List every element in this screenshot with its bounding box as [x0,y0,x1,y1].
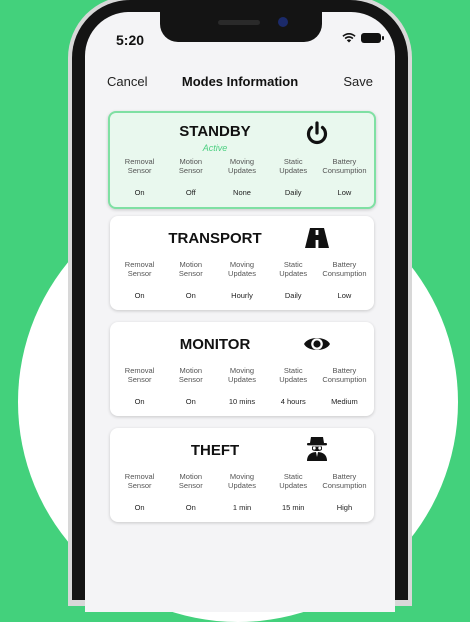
setting-column: Battery Consumption Low [319,157,370,197]
setting-value: On [185,503,196,512]
setting-column: Moving Updates 10 mins [216,366,267,406]
setting-column: Removal Sensor On [114,157,165,197]
setting-label: Sensor [127,374,152,384]
setting-column: Removal Sensor On [114,472,165,512]
mode-card-transport[interactable]: TRANSPORT Removal Sensor On Motion Sensor … [110,216,374,310]
setting-column: Removal Sensor On [114,260,165,300]
setting-value: On [185,291,196,300]
phone-notch [160,12,322,42]
setting-label: Updates [228,480,256,490]
setting-label: Updates [279,480,308,490]
setting-label: Updates [228,268,256,278]
mode-card-monitor[interactable]: MONITOR Removal Sensor On Motion Sensor On… [110,322,374,416]
setting-value: On [134,503,145,512]
setting-label: Sensor [178,268,203,278]
mode-settings: Removal Sensor On Motion Sensor Off Moving… [114,157,370,197]
eye-icon [304,338,330,350]
setting-label: Updates [228,165,256,175]
spy-icon [307,437,327,461]
setting-label: Sensor [178,165,203,175]
speaker-grille [218,20,260,25]
setting-value: Daily [284,291,302,300]
setting-label: Consumption [322,165,367,175]
save-button[interactable]: Save [343,74,373,89]
setting-value: Medium [331,397,358,406]
setting-column: Static Updates 4 hours [268,366,319,406]
status-icons [342,33,384,43]
setting-column: Motion Sensor On [165,472,216,512]
setting-value: 1 min [232,503,252,512]
setting-column: Motion Sensor On [165,260,216,300]
setting-value: On [134,291,145,300]
status-time: 5:20 [116,32,145,48]
setting-value: Hourly [231,291,253,300]
setting-value: Low [337,291,352,300]
setting-value: On [185,397,196,406]
setting-value: 4 hours [280,397,306,406]
setting-label: Consumption [322,268,367,278]
setting-column: Static Updates Daily [268,260,319,300]
setting-label: Updates [279,374,308,384]
setting-value: 15 min [281,503,305,512]
setting-value: Low [337,188,352,197]
road-icon [305,228,329,248]
setting-value: Daily [284,188,302,197]
mode-card-standby[interactable]: STANDBY Active Removal Sensor On Motion Se… [108,111,376,209]
setting-label: Sensor [127,480,152,490]
phone-screen [85,12,395,612]
setting-column: Battery Consumption High [319,472,370,512]
setting-value: None [233,188,251,197]
wifi-icon [342,33,356,43]
mode-settings: Removal Sensor On Motion Sensor On Moving U… [114,260,370,300]
setting-value: 10 mins [228,397,256,406]
setting-label: Updates [279,268,308,278]
mode-card-theft[interactable]: THEFT Removal Sensor On Motion Sensor On M… [110,428,374,522]
setting-label: Sensor [127,165,152,175]
setting-column: Static Updates 15 min [268,472,319,512]
front-camera [278,17,288,27]
setting-column: Battery Consumption Medium [319,366,370,406]
navigation-bar: Cancel Modes Information Save [85,70,395,94]
setting-label: Updates [279,165,308,175]
setting-column: Moving Updates 1 min [216,472,267,512]
setting-label: Updates [228,374,256,384]
mode-title: STANDBY [179,123,251,140]
mode-title: MONITOR [179,336,251,353]
setting-label: Consumption [322,480,367,490]
mode-status-badge: Active [202,143,228,153]
mode-title: TRANSPORT [168,230,262,247]
setting-column: Static Updates Daily [268,157,319,197]
setting-label: Consumption [322,374,367,384]
setting-label: Sensor [178,480,203,490]
setting-column: Removal Sensor On [114,366,165,406]
power-icon [306,121,328,145]
setting-column: Battery Consumption Low [319,260,370,300]
setting-column: Moving Updates Hourly [216,260,267,300]
mode-settings: Removal Sensor On Motion Sensor On Moving U… [114,472,370,512]
mode-title: THEFT [190,442,240,459]
setting-label: Sensor [127,268,152,278]
setting-value: On [134,397,145,406]
setting-value: High [336,503,353,512]
setting-column: Motion Sensor On [165,366,216,406]
battery-icon [361,33,384,43]
setting-value: On [134,188,145,197]
setting-value: Off [185,188,196,197]
setting-column: Moving Updates None [216,157,267,197]
setting-column: Motion Sensor Off [165,157,216,197]
setting-label: Sensor [178,374,203,384]
mode-settings: Removal Sensor On Motion Sensor On Moving U… [114,366,370,406]
